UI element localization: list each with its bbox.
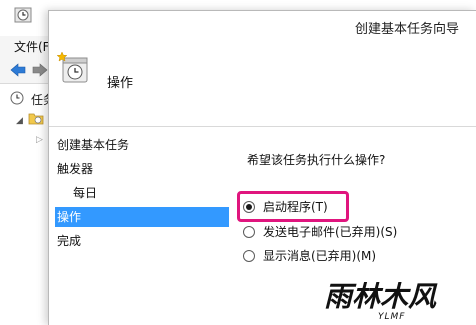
step-daily[interactable]: 每日 [55, 183, 229, 203]
highlight-annotation [237, 191, 349, 222]
dialog-title: 创建基本任务向导 [354, 22, 459, 37]
step-action[interactable]: 操作 [55, 207, 229, 227]
option-send-email-label[interactable]: 发送电子邮件(已弃用)(S) [263, 221, 397, 243]
svg-text:YLMF: YLMF [378, 312, 405, 322]
step-finish[interactable]: 完成 [55, 231, 229, 251]
radio-send-email[interactable] [243, 226, 255, 238]
task-scheduler-icon [14, 7, 32, 23]
dialog-titlebar: 创建基本任务向导 [49, 11, 476, 43]
radio-show-message[interactable] [243, 250, 255, 262]
new-task-icon [57, 51, 88, 83]
clock-icon [10, 91, 24, 105]
folder-icon[interactable] [28, 111, 44, 125]
back-arrow-icon[interactable] [10, 63, 26, 77]
wizard-steps: 创建基本任务 触发器 每日 操作 完成 [49, 127, 229, 325]
option-show-message-label[interactable]: 显示消息(已弃用)(M) [263, 245, 376, 267]
dialog-header: 操作 [49, 43, 476, 127]
watermark-logo: 雨林木风 YLMF [323, 279, 438, 322]
action-question: 希望该任务执行什么操作? [247, 153, 386, 167]
step-trigger[interactable]: 触发器 [55, 159, 229, 179]
tree-expand-icon[interactable]: ◢ [16, 116, 23, 126]
forward-arrow-icon[interactable] [32, 63, 48, 77]
header-title: 操作 [107, 76, 134, 91]
step-create-basic-task[interactable]: 创建基本任务 [55, 135, 229, 155]
tree-collapse-icon[interactable]: ▷ [36, 135, 43, 145]
svg-text:雨林木风: 雨林木风 [324, 280, 438, 313]
